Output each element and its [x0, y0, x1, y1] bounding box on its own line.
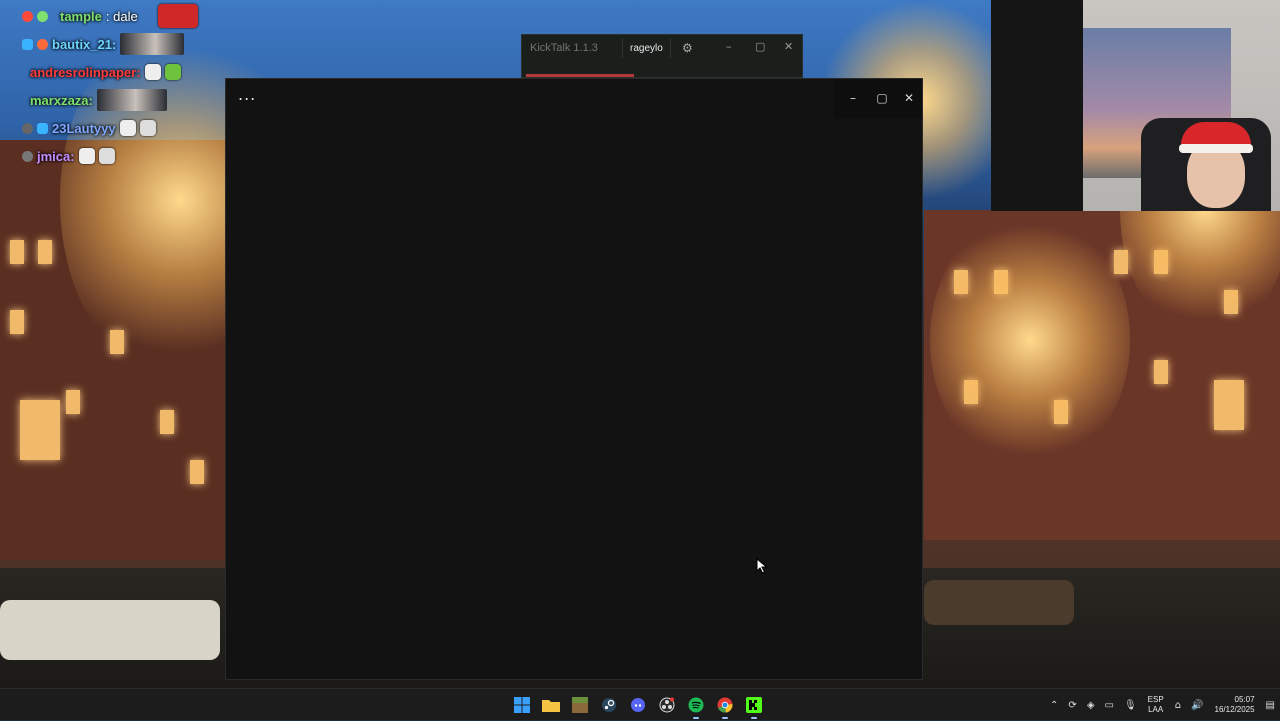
file-explorer-icon[interactable]	[539, 693, 563, 717]
windows-start-icon[interactable]	[510, 693, 534, 717]
language-code: ESP	[1147, 695, 1164, 704]
chat-line: tample : dale	[22, 2, 242, 30]
kicktalk-title: KickTalk 1.1.3	[530, 42, 598, 54]
clock-time: 05:07	[1234, 695, 1255, 704]
emote-icon	[98, 148, 115, 164]
badge-icon	[22, 10, 33, 22]
chrome-icon[interactable]	[713, 693, 737, 719]
clock-date: 16/12/2025	[1214, 705, 1255, 714]
system-tray: ⌃ ⟳ ◈ ▭ 🎙 ESP LAA ⌂ 🔊 05:07 16/12/2025 ▤	[1045, 689, 1280, 721]
volume-icon[interactable]: 🔊	[1191, 700, 1203, 711]
window-controls: – ▢ ✕	[834, 79, 922, 119]
spotify-icon[interactable]	[684, 693, 708, 719]
display-icon[interactable]: ▭	[1105, 700, 1114, 711]
chat-line: 23Lautyyy	[22, 114, 242, 142]
emote-icon	[164, 64, 181, 80]
taskbar: ⌃ ⟳ ◈ ▭ 🎙 ESP LAA ⌂ 🔊 05:07 16/12/2025 ▤	[0, 688, 1280, 720]
emote-icon	[96, 89, 167, 111]
emote-icon	[120, 33, 185, 55]
app-window[interactable]: ... – ▢ ✕	[225, 78, 923, 680]
chat-username: bautix_21:	[52, 36, 117, 52]
lit-tree	[930, 210, 1130, 470]
microphone-icon[interactable]: 🎙	[1124, 700, 1137, 711]
clock[interactable]: 05:07 16/12/2025	[1215, 695, 1255, 715]
maximize-button[interactable]: ▢	[871, 89, 893, 107]
kicktalk-tab-indicator	[526, 74, 634, 77]
chat-line: jmica:	[22, 142, 242, 170]
chat-message: : dale	[105, 8, 138, 24]
emote-icon	[78, 148, 95, 164]
notification-icon[interactable]: ▤	[1266, 700, 1275, 711]
badge-icon	[22, 38, 33, 50]
chat-line: andresrolinpaper:	[22, 58, 242, 86]
stream-chat-overlay: tample : dale bautix_21: andresrolinpape…	[22, 2, 242, 170]
language-indicator[interactable]: ESP LAA	[1148, 695, 1164, 715]
minecraft-icon[interactable]	[568, 693, 592, 717]
chat-line: bautix_21:	[22, 30, 242, 58]
keyboard-layout: LAA	[1148, 705, 1164, 714]
close-icon[interactable]: ✕	[784, 40, 793, 53]
chat-username: tample	[60, 8, 102, 24]
discord-icon[interactable]	[626, 693, 650, 717]
chat-username: andresrolinpaper:	[30, 64, 141, 80]
gear-icon[interactable]: ⚙	[682, 41, 693, 55]
minimize-button[interactable]: –	[842, 89, 864, 107]
mouse-cursor-icon	[756, 558, 768, 574]
kicktalk-window[interactable]: KickTalk 1.1.3 rageylo ⚙ – ▢ ✕	[521, 34, 803, 78]
boat	[0, 600, 220, 660]
badge-icon	[22, 122, 33, 134]
minimize-icon[interactable]: –	[726, 40, 732, 53]
chat-username: marxzaza:	[30, 92, 93, 108]
emote-icon	[139, 120, 156, 136]
obs-icon[interactable]	[655, 693, 679, 717]
security-icon[interactable]: ◈	[1087, 700, 1095, 711]
steam-icon[interactable]	[597, 693, 621, 717]
chat-line: marxzaza:	[22, 86, 242, 114]
santa-hat-rim	[1179, 144, 1253, 153]
badge-icon	[37, 122, 48, 134]
sync-icon[interactable]: ⟳	[1068, 700, 1076, 711]
emote-icon	[157, 4, 198, 28]
more-menu-button[interactable]: ...	[238, 87, 258, 107]
chat-username: jmica:	[37, 148, 75, 164]
network-icon[interactable]: ⌂	[1175, 700, 1181, 711]
webcam-overlay	[991, 0, 1280, 211]
emote-icon	[119, 120, 136, 136]
emote-icon	[144, 64, 161, 80]
chat-username: 23Lautyyy	[52, 120, 116, 136]
chevron-up-icon[interactable]: ⌃	[1050, 700, 1058, 711]
badge-icon	[37, 38, 48, 50]
close-button[interactable]: ✕	[898, 89, 920, 107]
webcam-person-standing	[991, 0, 1083, 211]
badge-icon	[37, 10, 48, 22]
maximize-icon[interactable]: ▢	[755, 40, 765, 53]
kick-icon[interactable]	[742, 693, 766, 719]
badge-icon	[22, 150, 33, 162]
kicktalk-user-chip[interactable]: rageylo	[622, 38, 671, 58]
taskbar-pinned-apps	[510, 693, 766, 719]
boat	[924, 580, 1074, 625]
